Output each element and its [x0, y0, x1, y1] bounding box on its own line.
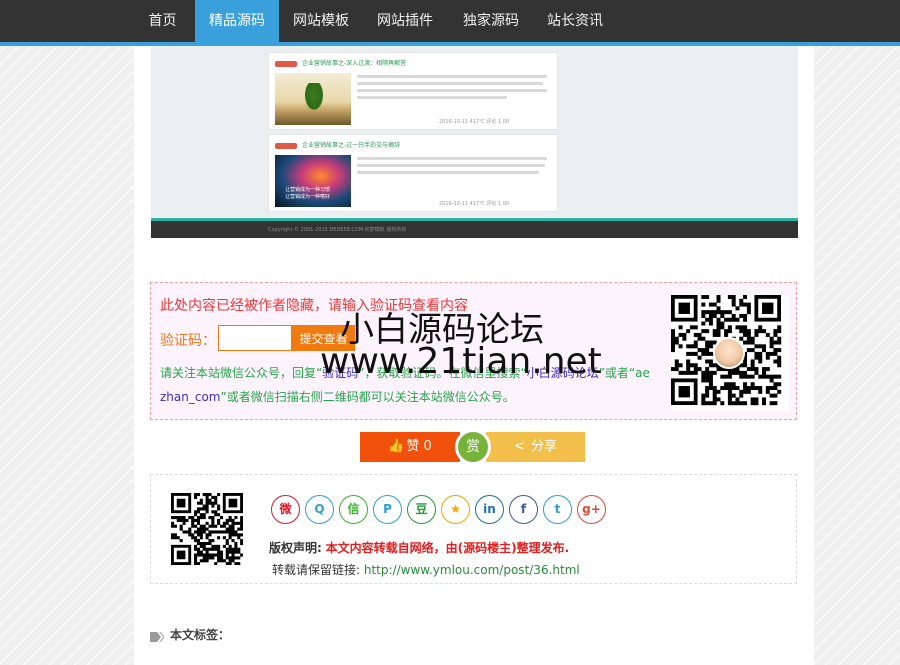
repost-notice: 转载请保留链接: http://www.ymlou.com/post/36.ht… [272, 561, 580, 578]
preview-card-title: 企业营销故事之-过一只手的交与摘辞 [302, 142, 401, 149]
pinterest-icon[interactable]: P [373, 495, 402, 524]
repost-link[interactable]: http://www.ymlou.com/post/36.html [364, 563, 580, 577]
twitter-icon[interactable]: t [543, 495, 572, 524]
nav-item-plugins[interactable]: 网站插件 [363, 0, 447, 42]
nav-item-exclusive[interactable]: 独家源码 [449, 0, 533, 42]
preview-copyright: Copyright © 2001-2015 DEDE58.COM 织梦模板 版权… [268, 227, 407, 233]
linkedin-icon[interactable]: in [475, 495, 504, 524]
copyright-statement: 版权声明: 本文内容转载自网络，由(源码楼主)整理发布. [269, 539, 569, 556]
repost-label: 转载请保留链接: [272, 563, 361, 577]
hidden-content-box: 此处内容已经被作者隐藏，请输入验证码查看内容 验证码： 提交查看 请关注本站微信… [150, 282, 797, 420]
preview-card-title: 企业营销故事之-深入过渡：相隔再解答 [302, 60, 407, 67]
article-tags: 本文标签： [150, 626, 230, 643]
preview-footer: Copyright © 2001-2015 DEDE58.COM 织梦模板 版权… [151, 218, 798, 238]
nav-item-premium-source[interactable]: 精品源码 [195, 0, 279, 42]
hidden-content-title: 此处内容已经被作者隐藏，请输入验证码查看内容 [160, 298, 468, 314]
douban-icon[interactable]: 豆 [407, 495, 436, 524]
reward-button[interactable]: 赏 [455, 429, 491, 465]
share-button[interactable]: < 分享 [486, 432, 585, 462]
preview-text-lines [357, 75, 552, 103]
preview-card: 企业营销故事之-过一只手的交与摘辞 让营销成为一种习惯 让营销成为一种嗜好 20… [268, 134, 558, 212]
submit-view-button[interactable]: 提交查看 [292, 325, 355, 351]
wechat-account-id: zhan_com [160, 390, 221, 404]
nav-item-templates[interactable]: 网站模板 [279, 0, 363, 42]
share-label: 分享 [530, 439, 557, 454]
preview-tag [275, 61, 297, 67]
wechat-icon[interactable]: 信 [339, 495, 368, 524]
nav-item-home[interactable]: 首页 [134, 0, 191, 42]
nav-item-news[interactable]: 站长资讯 [533, 0, 617, 42]
preview-card-meta: 2016-10-11 417℃ 评论 1.00 [439, 201, 510, 207]
tag-icon [150, 631, 165, 642]
copyright-text: 本文内容转载自网络，由(源码楼主)整理发布. [325, 541, 570, 555]
wechat-instructions: 请关注本站微信公众号，回复“验证码”，获取验证码。在微信里搜索“小白源码论坛”或… [160, 366, 650, 404]
facebook-icon[interactable]: f [509, 495, 538, 524]
preview-card: 企业营销故事之-深入过渡：相隔再解答 2016-10-11 417℃ 评论 1.… [268, 52, 558, 130]
preview-thumbnail [275, 73, 351, 125]
copyright-label: 版权声明: [269, 541, 322, 555]
preview-tag [275, 143, 297, 149]
favorite-icon[interactable]: ★ [441, 495, 470, 524]
share-qr-code [171, 493, 244, 566]
share-icon: < [514, 439, 525, 454]
verify-code-label: 验证码： [160, 333, 216, 349]
share-box: 微 Q 信 P 豆 ★ in f t g+ 版权声明: 本文内容转载自网络，由(源码楼主)整理发布… [150, 474, 797, 584]
thumbs-up-icon: 👍 [388, 439, 405, 454]
verify-code-input[interactable] [218, 325, 292, 351]
googleplus-icon[interactable]: g+ [577, 495, 606, 524]
qq-icon[interactable]: Q [305, 495, 334, 524]
wechat-qr-code [671, 295, 789, 411]
preview-text-lines [357, 157, 552, 178]
preview-card-meta: 2016-10-11 417℃ 评论 1.00 [439, 119, 510, 125]
weibo-icon[interactable]: 微 [271, 495, 300, 524]
like-button[interactable]: 👍 赞 0 [360, 432, 460, 462]
preview-thumbnail-text: 让营销成为一种习惯 让营销成为一种嗜好 [285, 187, 331, 200]
like-count: 赞 0 [406, 439, 432, 454]
preview-image: 企业营销故事之-深入过渡：相隔再解答 2016-10-11 417℃ 评论 1.… [151, 46, 798, 238]
keyword-verify-code: 验证码 [322, 366, 359, 380]
tags-label: 本文标签： [170, 628, 231, 642]
top-nav: 首页 精品源码 网站模板 网站插件 独家源码 站长资讯 [0, 0, 900, 46]
wechat-account-name: 小白源码论坛 [526, 366, 599, 380]
preview-thumbnail: 让营销成为一种习惯 让营销成为一种嗜好 [275, 155, 351, 207]
avatar [713, 337, 745, 369]
